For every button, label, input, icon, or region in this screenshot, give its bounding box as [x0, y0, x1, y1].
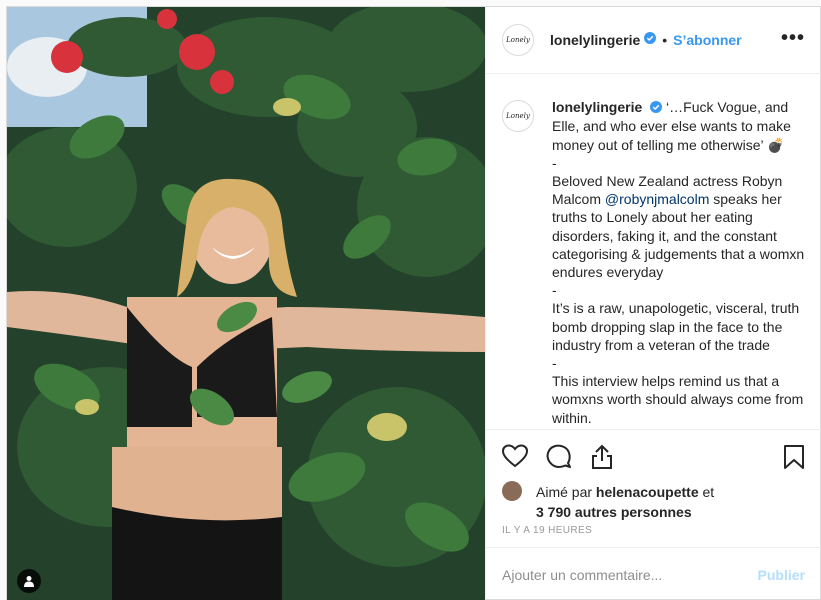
likes-connector: et [702, 484, 715, 500]
verified-badge-icon [650, 99, 663, 117]
verified-badge-icon [644, 31, 657, 49]
caption-separator: - [552, 355, 557, 372]
caption-username[interactable]: lonelylingerie [552, 99, 642, 115]
caption-separator: - [552, 282, 557, 299]
post-timestamp[interactable]: IL Y A 19 HEURES [502, 525, 592, 536]
comment-bubble-icon[interactable] [546, 444, 572, 475]
caption-paragraph: It’s is a raw, unapologetic, visceral, t… [552, 300, 800, 353]
post-sidebar: Lonely lonelylingerie • S’abonner ••• Lo… [485, 7, 821, 600]
action-bar [486, 429, 821, 479]
avatar-logo-text: Lonely [506, 112, 530, 120]
likes-count-link[interactable]: 3 790 autres personnes [536, 504, 692, 520]
mention-link[interactable]: @robynjmalcolm [605, 191, 709, 207]
share-icon[interactable] [590, 444, 614, 475]
more-options-icon[interactable]: ••• [781, 27, 805, 50]
caption-area: Lonely lonelylingerie ‘…Fuck Vogue, and … [486, 75, 821, 428]
caption-separator: - [552, 154, 557, 171]
heart-icon[interactable] [501, 444, 529, 473]
post-photo[interactable] [7, 7, 485, 600]
post-image [7, 7, 485, 600]
author-username[interactable]: lonelylingerie [550, 32, 640, 48]
instagram-post: Lonely lonelylingerie • S’abonner ••• Lo… [6, 6, 821, 600]
separator-dot: • [662, 32, 668, 48]
author-avatar[interactable]: Lonely [502, 24, 534, 56]
liker-username[interactable]: helenacoupette [596, 484, 699, 500]
liker-avatar[interactable] [502, 481, 522, 501]
caption-author-avatar[interactable]: Lonely [502, 100, 534, 132]
follow-button[interactable]: S’abonner [673, 32, 741, 48]
comment-form: Publier [486, 547, 821, 600]
likes-prefix: Aimé par [536, 484, 593, 500]
comment-input[interactable] [502, 566, 758, 583]
user-tag-icon[interactable] [17, 569, 41, 593]
avatar-logo-text: Lonely [506, 36, 530, 44]
post-header: Lonely lonelylingerie • S’abonner ••• [486, 7, 821, 74]
caption-paragraph: This interview helps remind us that a wo… [552, 373, 804, 426]
caption: Lonely lonelylingerie ‘…Fuck Vogue, and … [502, 98, 805, 427]
caption-text: lonelylingerie ‘…Fuck Vogue, and Elle, a… [552, 98, 805, 427]
publish-button[interactable]: Publier [758, 567, 805, 583]
bookmark-icon[interactable] [783, 444, 805, 475]
